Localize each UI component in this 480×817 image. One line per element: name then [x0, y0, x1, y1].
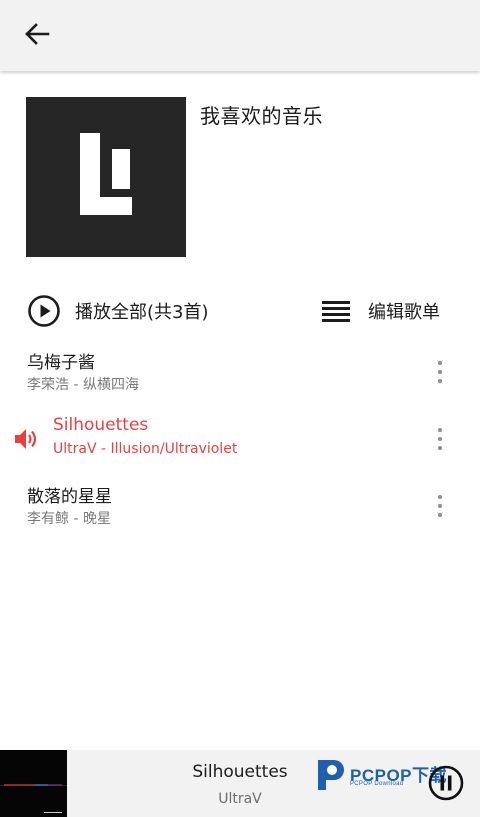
now-playing-artist: UltraV: [218, 791, 262, 807]
now-playing-title: Silhouettes: [192, 762, 288, 782]
mini-player[interactable]: Silhouettes UltraV: [0, 750, 480, 817]
play-all-label: 播放全部(共3首): [75, 302, 209, 323]
more-options-button[interactable]: [430, 492, 450, 520]
song-subtitle: UltraV - Illusion/Ultraviolet: [53, 441, 238, 457]
playlist-cover-logo: [80, 133, 132, 215]
more-vertical-icon: [438, 495, 442, 499]
song-title: 乌梅子酱: [27, 353, 95, 373]
edit-playlist-label: 编辑歌单: [368, 302, 440, 323]
speaker-icon: [15, 429, 37, 449]
edit-playlist-button[interactable]: 编辑歌单: [322, 294, 440, 328]
arrow-left-icon: [25, 23, 50, 45]
play-circle-icon: [28, 295, 60, 327]
more-options-button[interactable]: [430, 425, 450, 453]
more-vertical-icon: [438, 361, 442, 365]
play-all-button[interactable]: 播放全部(共3首): [27, 294, 209, 328]
song-list: 乌梅子酱 李荣浩 - 纵横四海 Silhouettes UltraV - Ill…: [0, 338, 480, 539]
song-row[interactable]: 散落的星星 李有鲸 - 晚星: [0, 472, 480, 539]
pause-icon: [428, 765, 464, 801]
app-root: 我喜欢的音乐 播放全部(共3首) 编辑歌单 乌梅子酱 李荣浩 - 纵横四海 Si…: [0, 0, 480, 817]
song-row[interactable]: 乌梅子酱 李荣浩 - 纵横四海: [0, 338, 480, 405]
song-row-playing[interactable]: Silhouettes UltraV - Illusion/Ultraviole…: [0, 405, 480, 472]
song-title: Silhouettes: [53, 415, 149, 435]
playlist-cover[interactable]: [26, 97, 186, 257]
list-icon: [322, 301, 350, 322]
back-button[interactable]: [16, 16, 58, 52]
song-subtitle: 李有鲸 - 晚星: [27, 511, 111, 527]
song-subtitle: 李荣浩 - 纵横四海: [27, 377, 139, 393]
more-options-button[interactable]: [430, 358, 450, 386]
song-title: 散落的星星: [27, 487, 112, 507]
top-app-bar: [0, 0, 480, 71]
more-vertical-icon: [438, 428, 442, 432]
playlist-title: 我喜欢的音乐: [200, 104, 323, 128]
pause-button[interactable]: [428, 765, 464, 805]
